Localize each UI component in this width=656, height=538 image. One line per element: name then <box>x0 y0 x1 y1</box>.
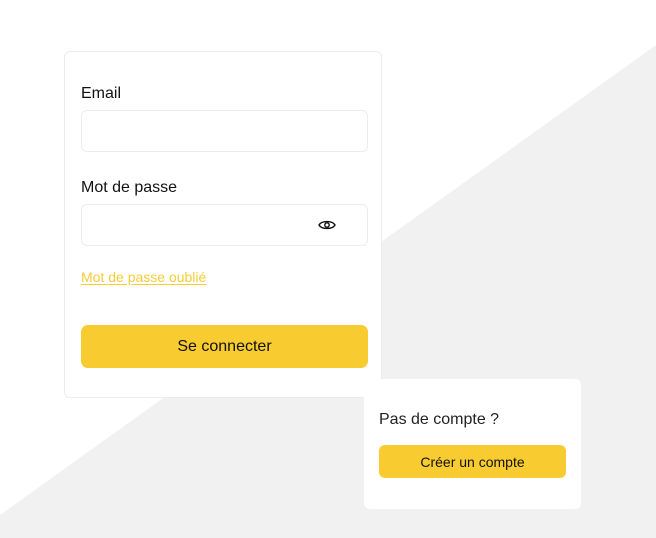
eye-icon <box>318 219 336 231</box>
signup-card: Pas de compte ? Créer un compte <box>364 379 581 509</box>
show-password-toggle[interactable] <box>315 213 339 237</box>
email-input[interactable] <box>81 110 368 152</box>
email-label: Email <box>81 85 122 102</box>
forgot-password-link[interactable]: Mot de passe oublié <box>81 268 206 286</box>
signup-prompt: Pas de compte ? <box>379 411 500 428</box>
password-label: Mot de passe <box>81 179 178 196</box>
login-button[interactable]: Se connecter <box>81 325 368 368</box>
create-account-button[interactable]: Créer un compte <box>379 445 566 478</box>
login-card: Email Mot de passe Mot de passe oublié S… <box>64 51 382 398</box>
